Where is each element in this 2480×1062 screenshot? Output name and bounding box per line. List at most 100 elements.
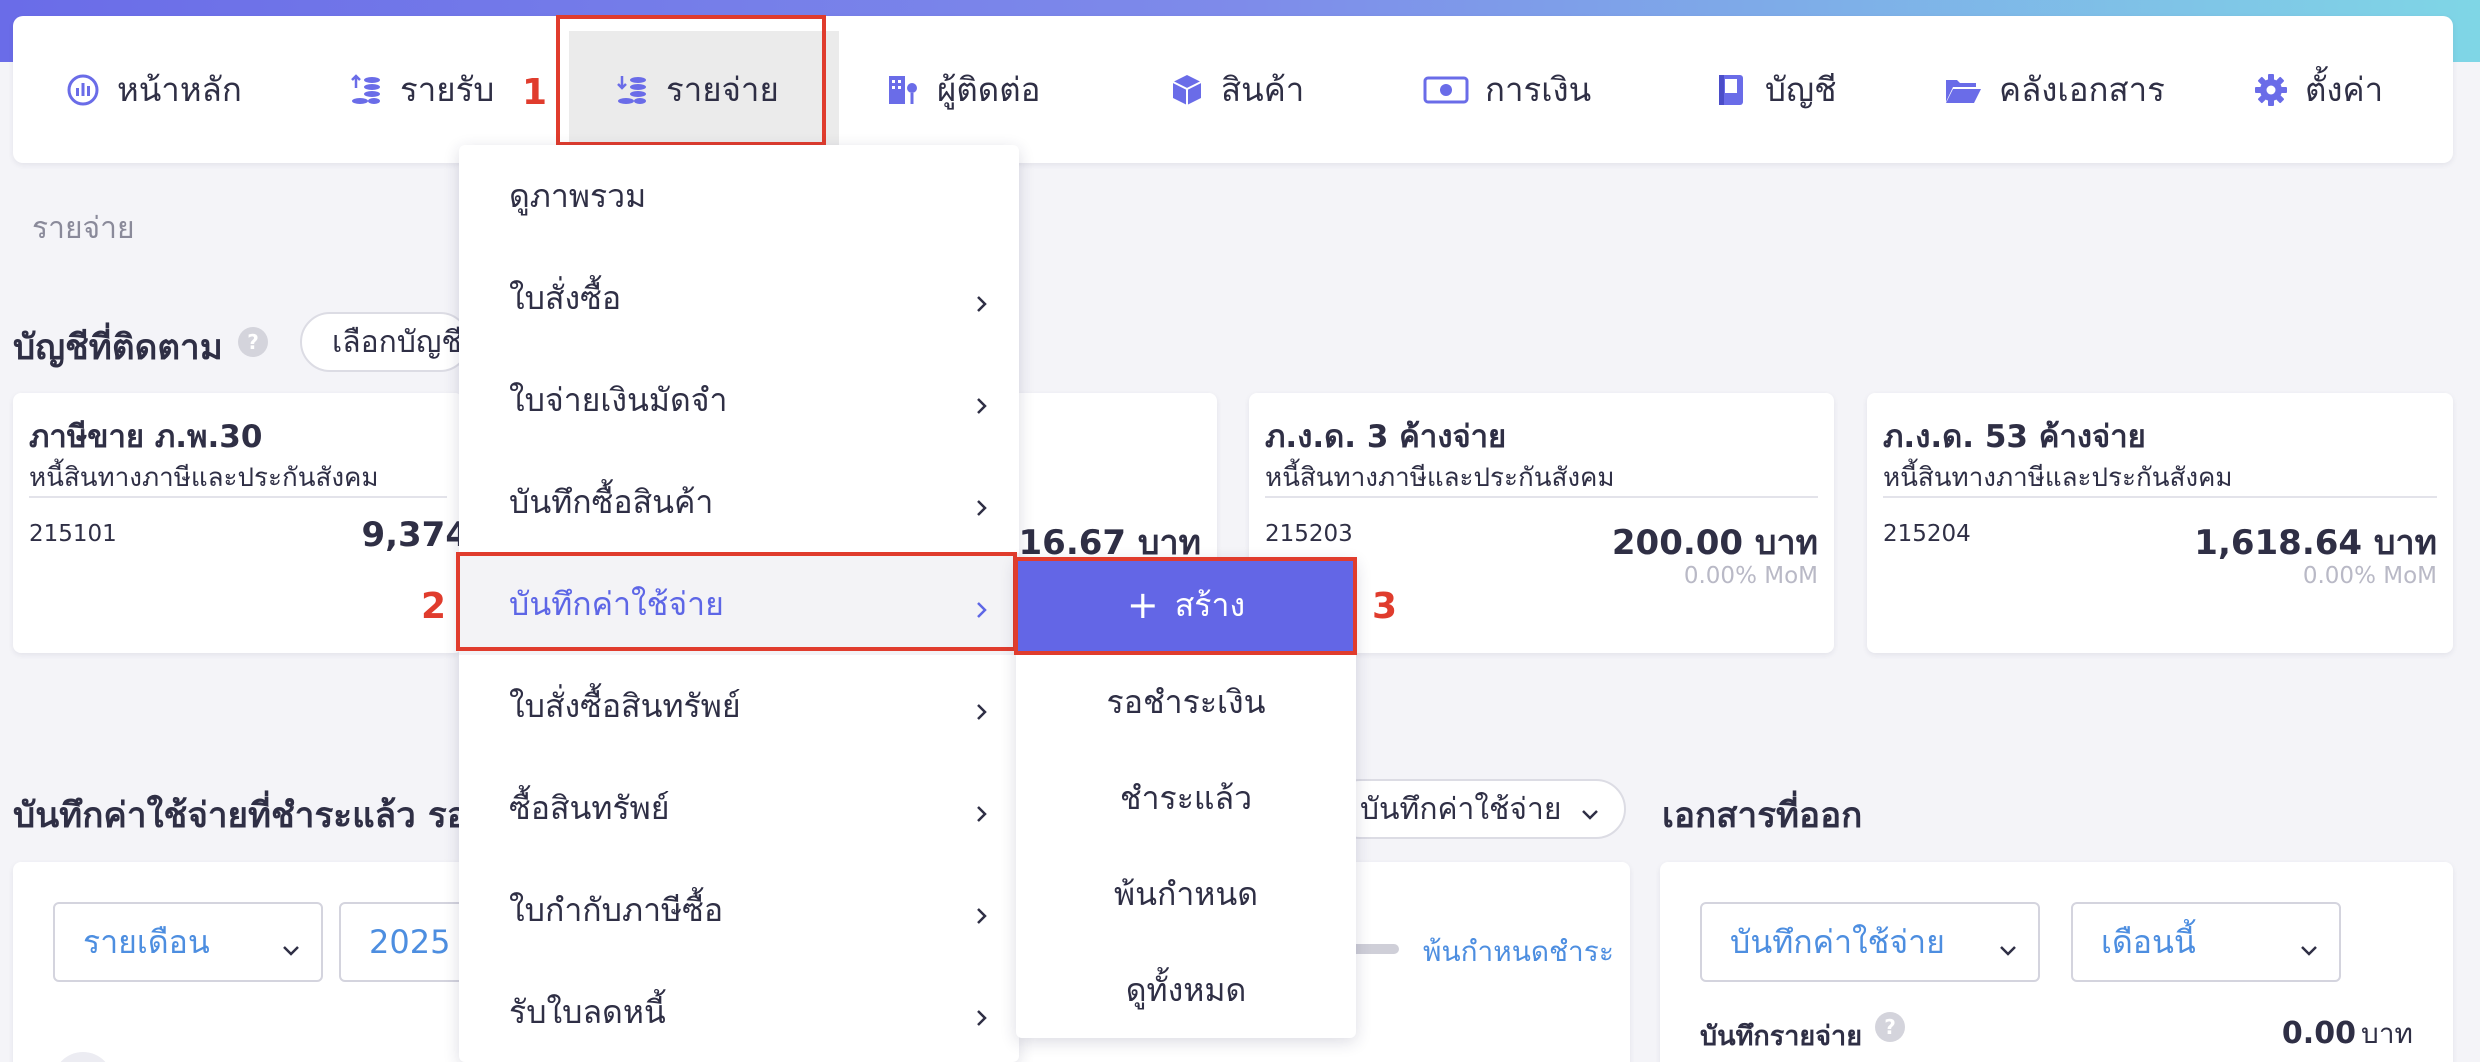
menu-item-label: ใบกำกับภาษีซื้อ <box>509 890 724 929</box>
card-mom-change: 0.00% MoM <box>2302 563 2437 589</box>
chevron-right-icon <box>969 1000 993 1026</box>
menu-item-label: ใบสั่งซื้อสินทรัพย์ <box>509 686 741 725</box>
menu-item-purchase-tax-invoice[interactable]: ใบกำกับภาษีซื้อ <box>459 859 1019 961</box>
menu-item-label: ใบสั่งซื้อ <box>509 278 622 317</box>
year-select[interactable]: 2025 <box>339 902 479 982</box>
chevron-down-icon <box>1996 932 2020 956</box>
card-amount: 9,374 <box>361 515 463 555</box>
menu-item-purchase-order[interactable]: ใบสั่งซื้อ <box>459 247 1019 349</box>
menu-item-asset-purchase[interactable]: ซื้อสินทรัพย์ <box>459 757 1019 859</box>
issued-docs-title: เอกสารที่ออก <box>1662 796 1863 836</box>
submenu-item-view-all[interactable]: ดูทั้งหมด <box>1016 942 1356 1038</box>
account-card[interactable]: ภ.ง.ด. 53 ค้างจ่าย หนี้สินทางภาษีและประก… <box>1867 393 2453 653</box>
submenu-item-awaiting-payment[interactable]: รอชำระเงิน <box>1016 654 1356 750</box>
issued-doc-type-label: บันทึกค่าใช้จ่าย <box>1730 922 1945 961</box>
submenu-item-paid[interactable]: ชำระแล้ว <box>1016 750 1356 846</box>
chevron-right-icon <box>969 388 993 414</box>
select-account-button[interactable]: เลือกบัญชี <box>300 312 470 372</box>
chevron-down-icon <box>279 932 303 956</box>
issued-period-select[interactable]: เดือนนี้ <box>2071 902 2341 982</box>
period-select-label: รายเดือน <box>83 922 210 961</box>
expenses-section-title: บันทึกค่าใช้จ่ายที่ชำระแล้ว รอชำ <box>13 796 512 836</box>
issued-row-value: 0.00 บาท <box>2282 1012 2413 1056</box>
menu-item-deposit-payment[interactable]: ใบจ่ายเงินมัดจำ <box>459 349 1019 451</box>
period-select[interactable]: รายเดือน <box>53 902 323 982</box>
coins-up-icon <box>348 72 384 108</box>
card-subtitle: หนี้สินทางภาษีและประกันสังคม <box>1883 463 2233 493</box>
avatar <box>53 1052 113 1062</box>
chevron-down-icon <box>2297 932 2321 956</box>
nav-item-contacts[interactable]: ผู้ติดต่อ <box>885 16 1040 163</box>
money-bill-icon <box>1423 72 1469 108</box>
card-divider <box>29 496 447 498</box>
chevron-right-icon <box>969 286 993 312</box>
nav-label: ตั้งค่า <box>2305 70 2384 109</box>
main-navbar: หน้าหลัก รายรับ รายจ่าย ผู้ติดต่อ สินค้า… <box>13 16 2453 163</box>
nav-label: สินค้า <box>1221 70 1305 109</box>
chevron-right-icon <box>969 490 993 516</box>
nav-item-income[interactable]: รายรับ <box>348 16 494 163</box>
menu-item-credit-note[interactable]: รับใบลดหนี้ <box>459 961 1019 1062</box>
menu-item-label: ซื้อสินทรัพย์ <box>509 788 670 827</box>
nav-item-home[interactable]: หน้าหลัก <box>65 16 242 163</box>
annotation-number-3: 3 <box>1372 586 1398 627</box>
nav-label: หน้าหลัก <box>117 70 242 109</box>
issued-doc-type-select[interactable]: บันทึกค่าใช้จ่าย <box>1700 902 2040 982</box>
issued-row-label: บันทึกรายจ่าย <box>1700 1021 1863 1052</box>
submenu-item-overdue[interactable]: พ้นกำหนด <box>1016 846 1356 942</box>
menu-item-purchase-record[interactable]: บันทึกซื้อสินค้า <box>459 451 1019 553</box>
breadcrumb: รายจ่าย <box>32 211 135 246</box>
annotation-box-1 <box>556 15 826 146</box>
nav-label: รายรับ <box>400 70 495 109</box>
annotation-number-2: 2 <box>421 586 447 627</box>
nav-item-documents[interactable]: คลังเอกสาร <box>1943 16 2165 163</box>
nav-item-settings[interactable]: ตั้งค่า <box>2253 16 2383 163</box>
ledger-book-icon <box>1713 72 1749 108</box>
card-divider <box>1265 496 1818 498</box>
menu-item-asset-purchase-order[interactable]: ใบสั่งซื้อสินทรัพย์ <box>459 655 1019 757</box>
card-account-code: 215204 <box>1883 521 1971 547</box>
annotation-box-3 <box>1014 557 1357 655</box>
nav-label: การเงิน <box>1485 70 1592 109</box>
year-select-label: 2025 <box>369 923 451 961</box>
card-amount: 200.00 บาท <box>1611 523 1818 563</box>
contacts-building-icon <box>885 72 921 108</box>
card-amount: 1,618.64 บาท <box>2194 523 2437 563</box>
doc-type-select[interactable]: บันทึกค่าใช้จ่าย <box>1330 779 1626 839</box>
menu-item-label: บันทึกซื้อสินค้า <box>509 482 714 521</box>
nav-item-accounting[interactable]: บัญชี <box>1713 16 1836 163</box>
issued-row-amount: 0.00 <box>2281 1016 2356 1051</box>
folder-open-icon <box>1943 72 1983 108</box>
product-box-icon <box>1169 72 1205 108</box>
nav-item-products[interactable]: สินค้า <box>1169 16 1304 163</box>
issued-period-label: เดือนนี้ <box>2101 922 2196 961</box>
gear-icon <box>2253 72 2289 108</box>
doc-type-select-label: บันทึกค่าใช้จ่าย <box>1360 791 1562 827</box>
chevron-down-icon <box>1578 799 1602 823</box>
help-icon[interactable]: ? <box>1875 1012 1905 1042</box>
help-icon[interactable]: ? <box>238 327 268 357</box>
card-title: ภ.ง.ด. 3 ค้างจ่าย <box>1265 419 1507 455</box>
card-subtitle: หนี้สินทางภาษีและประกันสังคม <box>29 463 379 493</box>
menu-item-label: ใบจ่ายเงินมัดจำ <box>509 380 728 419</box>
card-account-code: 215203 <box>1265 521 1353 547</box>
dashboard-gauge-icon <box>65 72 101 108</box>
issued-row-unit: บาท <box>2361 1017 2413 1050</box>
card-subtitle: หนี้สินทางภาษีและประกันสังคม <box>1265 463 1615 493</box>
nav-item-finance[interactable]: การเงิน <box>1423 16 1591 163</box>
menu-item-overview[interactable]: ดูภาพรวม <box>459 145 1019 247</box>
card-mom-change: 0.00% MoM <box>1683 563 1818 589</box>
nav-label: คลังเอกสาร <box>1999 70 2165 109</box>
nav-label: บัญชี <box>1765 70 1837 109</box>
nav-label: ผู้ติดต่อ <box>937 70 1041 109</box>
annotation-box-2 <box>456 552 1017 651</box>
annotation-number-1: 1 <box>522 72 548 113</box>
card-account-code: 215101 <box>29 521 117 547</box>
chevron-right-icon <box>969 898 993 924</box>
tracked-accounts-title: บัญชีที่ติดตาม <box>13 328 223 368</box>
menu-item-label: รับใบลดหนี้ <box>509 992 666 1031</box>
account-card[interactable]: ภาษีขาย ภ.พ.30 หนี้สินทางภาษีและประกันสั… <box>13 393 463 653</box>
menu-item-label: ดูภาพรวม <box>509 176 647 215</box>
card-title: ภ.ง.ด. 53 ค้างจ่าย <box>1883 419 2146 455</box>
legend-overdue[interactable]: พ้นกำหนดชำระ <box>1423 930 1614 974</box>
